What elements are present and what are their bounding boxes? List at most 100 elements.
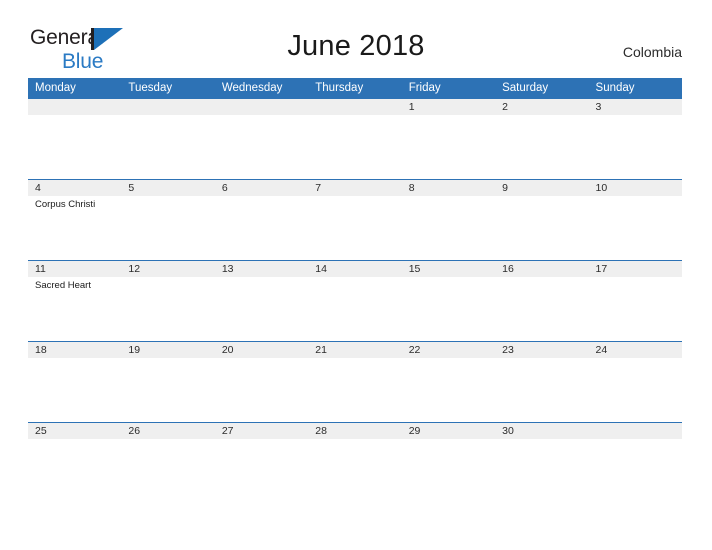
day-cell-inner: 9 [495, 179, 589, 260]
day-cell-inner: 2 [495, 98, 589, 179]
day-number: 18 [28, 341, 122, 358]
calendar-day-cell[interactable]: 15 [401, 260, 496, 341]
calendar-day-cell[interactable]: 22 [401, 341, 496, 422]
calendar-day-cell[interactable]: 28 [308, 422, 402, 503]
page-header: General Blue June 2018 Colombia [0, 0, 712, 72]
calendar-day-cell[interactable]: 6 [214, 179, 309, 260]
calendar-week-row: 18 19 20 21 22 23 24 [28, 341, 682, 422]
day-number: 12 [121, 260, 215, 277]
day-cell-inner: 10 [588, 179, 682, 260]
day-cell-inner: 13 [214, 260, 309, 341]
day-cell-inner: 29 [401, 422, 496, 503]
day-number: 4 [28, 179, 122, 196]
day-number: 15 [401, 260, 496, 277]
day-cell-inner: 8 [401, 179, 496, 260]
calendar-day-cell[interactable]: 13 [214, 260, 309, 341]
day-number: 22 [401, 341, 496, 358]
day-number: 9 [495, 179, 589, 196]
calendar-day-cell[interactable]: 24 [588, 341, 682, 422]
calendar-day-cell[interactable]: 9 [495, 179, 589, 260]
calendar-header-row: Monday Tuesday Wednesday Thursday Friday… [28, 78, 682, 98]
calendar-day-cell[interactable]: 30 [495, 422, 589, 503]
calendar-body: 1 2 3 4 Corpus Christi 5 6 7 8 9 10 11 Sacred Heart 1… [28, 98, 682, 503]
page-title: June 2018 [287, 30, 425, 62]
day-number: 23 [495, 341, 589, 358]
calendar-day-cell[interactable]: 19 [121, 341, 215, 422]
day-cell-inner [28, 98, 122, 179]
calendar-day-cell[interactable]: 26 [121, 422, 215, 503]
day-number: 29 [401, 422, 496, 439]
day-events-list [215, 196, 308, 199]
day-cell-inner [588, 422, 682, 503]
day-cell-inner: 21 [308, 341, 402, 422]
day-cell-inner: 27 [214, 422, 309, 503]
day-events-list [402, 196, 495, 199]
day-cell-inner: 3 [588, 98, 682, 179]
calendar-day-cell[interactable]: 7 [308, 179, 402, 260]
day-number-empty [28, 98, 122, 115]
calendar-day-cell[interactable] [214, 98, 309, 179]
calendar-day-cell[interactable]: 5 [121, 179, 215, 260]
calendar-day-cell[interactable]: 2 [495, 98, 589, 179]
day-number: 21 [308, 341, 402, 358]
calendar-day-cell[interactable]: 16 [495, 260, 589, 341]
day-number-empty [214, 98, 309, 115]
weekday-header-friday: Friday [401, 78, 496, 98]
day-events-list: Sacred Heart [28, 277, 121, 292]
calendar-day-cell[interactable]: 20 [214, 341, 309, 422]
calendar-day-cell[interactable]: 25 [28, 422, 122, 503]
day-events-list [589, 115, 682, 118]
day-number: 6 [214, 179, 309, 196]
calendar-day-cell[interactable]: 29 [401, 422, 496, 503]
calendar-day-cell[interactable]: 27 [214, 422, 309, 503]
day-number: 17 [588, 260, 682, 277]
calendar-day-cell[interactable] [121, 98, 215, 179]
day-number: 5 [121, 179, 215, 196]
weekday-header-thursday: Thursday [308, 78, 402, 98]
calendar-day-cell[interactable]: 1 [401, 98, 496, 179]
day-events-list [308, 196, 401, 199]
calendar-day-cell[interactable]: 23 [495, 341, 589, 422]
calendar-day-cell[interactable] [28, 98, 122, 179]
calendar-day-cell[interactable]: 3 [588, 98, 682, 179]
day-events-list [495, 115, 588, 118]
weekday-header-monday: Monday [28, 78, 122, 98]
day-cell-inner: 5 [121, 179, 215, 260]
day-events-list [28, 115, 121, 118]
calendar-day-cell[interactable]: 8 [401, 179, 496, 260]
calendar-day-cell[interactable]: 18 [28, 341, 122, 422]
calendar-day-cell[interactable]: 21 [308, 341, 402, 422]
calendar-day-cell[interactable]: 14 [308, 260, 402, 341]
weekday-header-sunday: Sunday [588, 78, 682, 98]
day-number: 16 [495, 260, 589, 277]
day-cell-inner: 22 [401, 341, 496, 422]
day-number: 11 [28, 260, 122, 277]
calendar-day-cell[interactable] [308, 98, 402, 179]
day-cell-inner: 17 [588, 260, 682, 341]
day-number: 28 [308, 422, 402, 439]
day-number: 19 [121, 341, 215, 358]
day-cell-inner: 26 [121, 422, 215, 503]
day-number: 8 [401, 179, 496, 196]
calendar-day-cell[interactable]: 11 Sacred Heart [28, 260, 122, 341]
calendar-day-cell[interactable] [588, 422, 682, 503]
day-events-list [121, 196, 214, 199]
day-number: 14 [308, 260, 402, 277]
day-events-list [495, 196, 588, 199]
day-cell-inner: 16 [495, 260, 589, 341]
calendar-day-cell[interactable]: 12 [121, 260, 215, 341]
day-cell-inner: 18 [28, 341, 122, 422]
calendar-day-cell[interactable]: 17 [588, 260, 682, 341]
day-number: 27 [214, 422, 309, 439]
calendar-week-row: 25 26 27 28 29 30 [28, 422, 682, 503]
day-cell-inner: 15 [401, 260, 496, 341]
calendar-day-cell[interactable]: 10 [588, 179, 682, 260]
day-number-empty [588, 422, 682, 439]
day-events-list [308, 115, 401, 118]
day-cell-inner: 30 [495, 422, 589, 503]
day-cell-inner: 20 [214, 341, 309, 422]
day-cell-inner: 7 [308, 179, 402, 260]
day-number: 2 [495, 98, 589, 115]
day-number-empty [308, 98, 402, 115]
calendar-day-cell[interactable]: 4 Corpus Christi [28, 179, 122, 260]
